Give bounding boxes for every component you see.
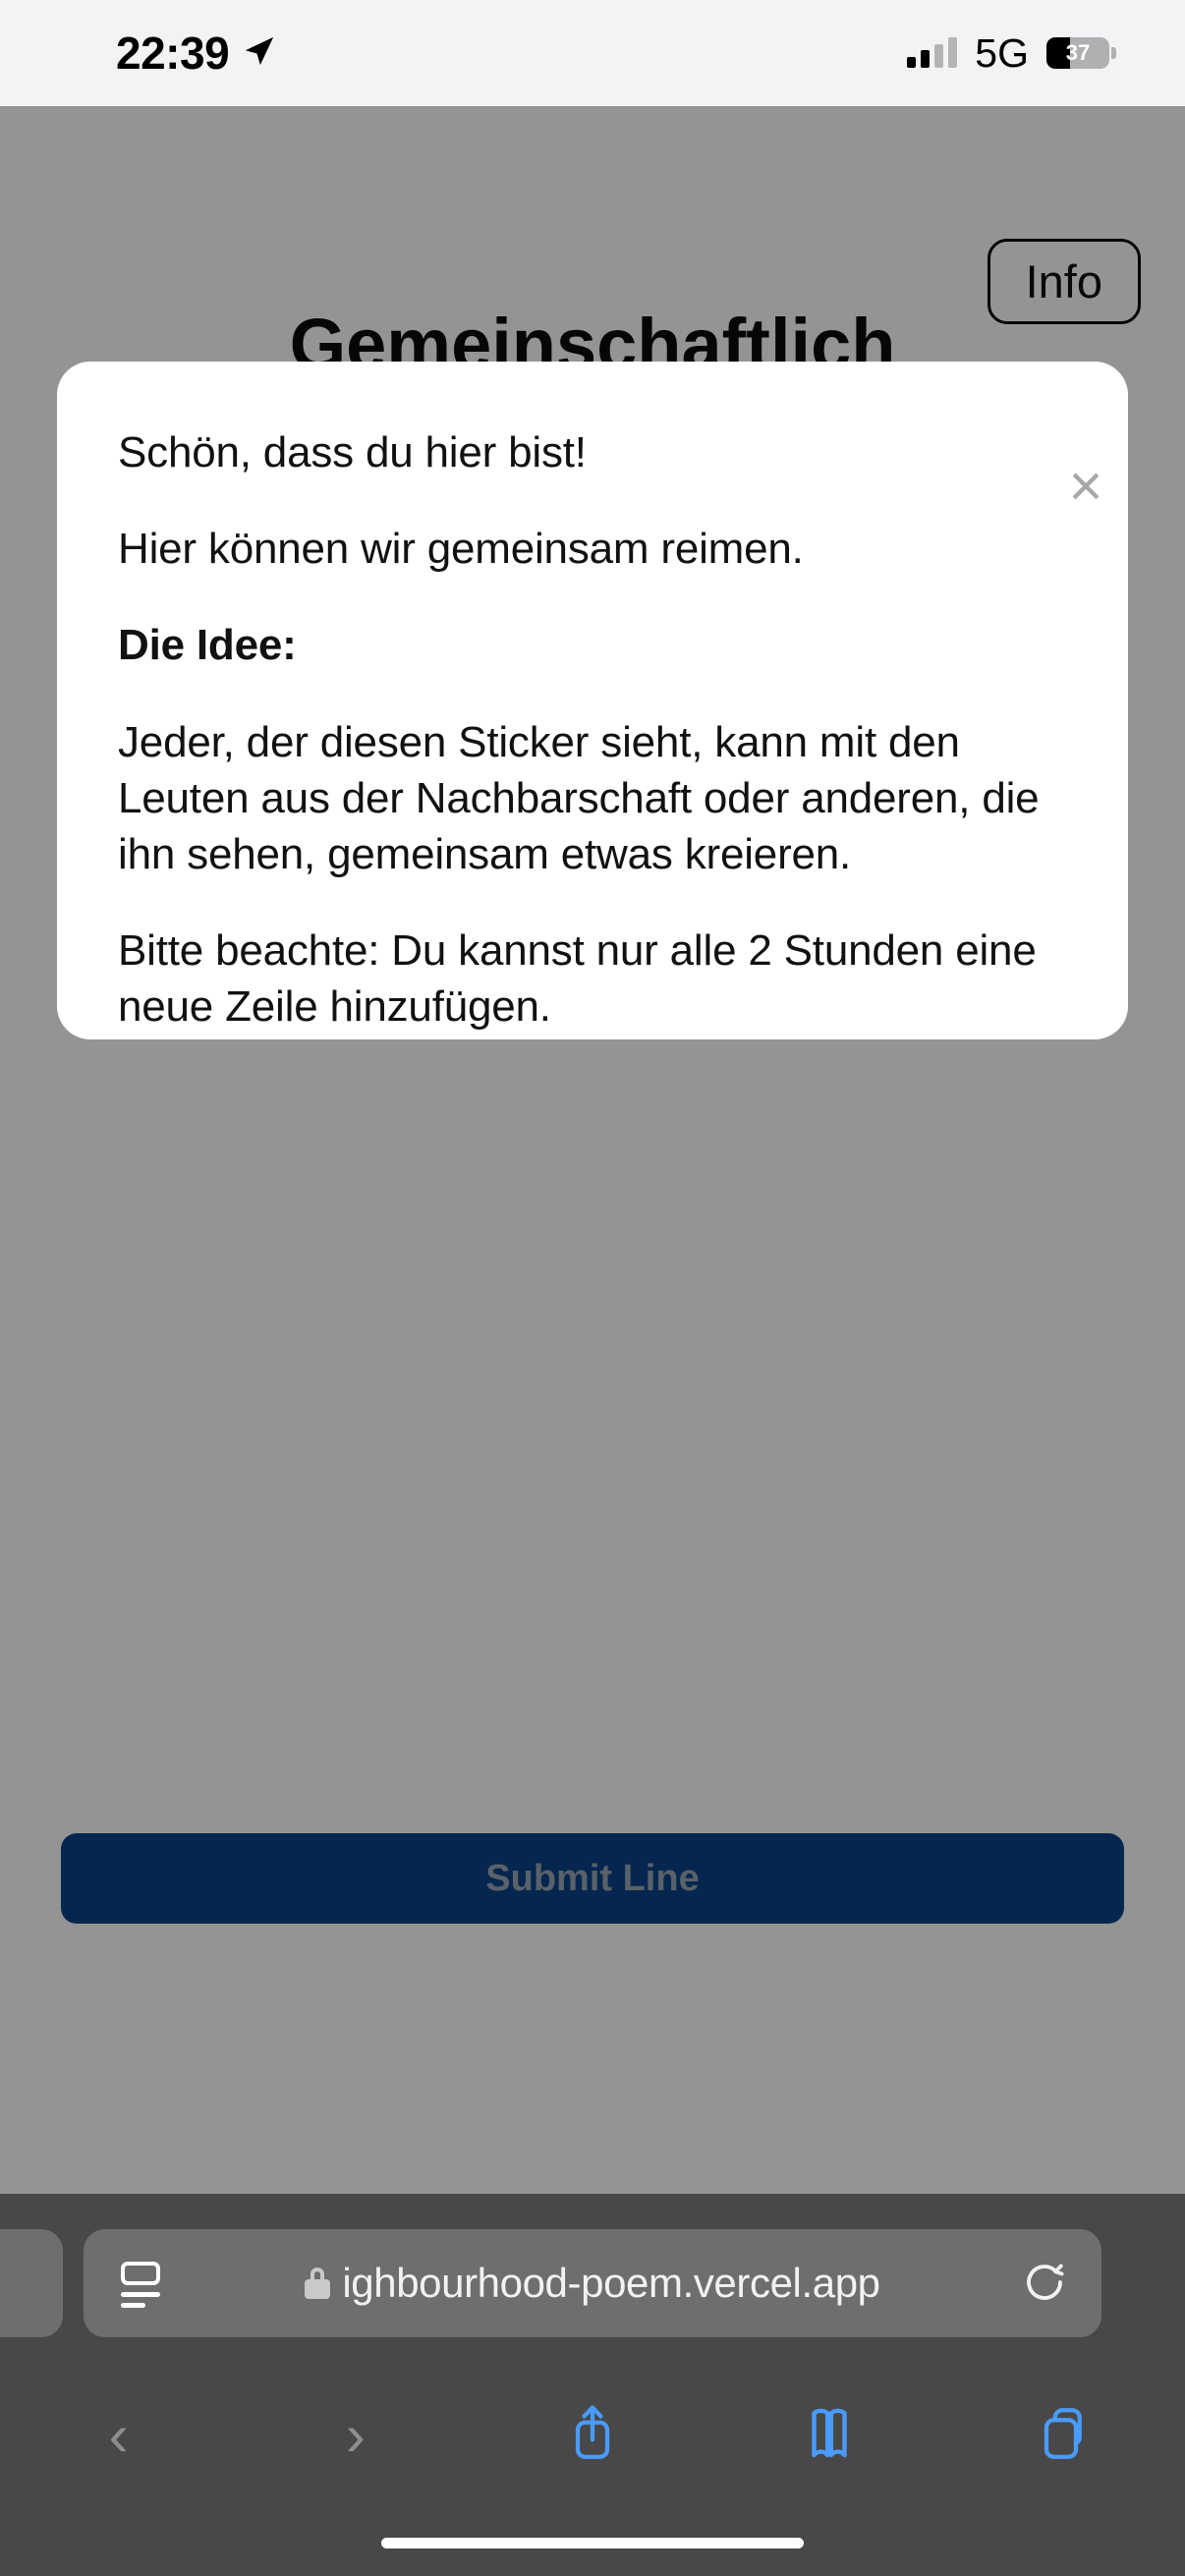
modal-subheading: Die Idee: [118,621,297,670]
network-type-label: 5G [975,29,1029,76]
status-bar-left: 22:39 [116,27,276,80]
chevron-left-icon: ‹ [108,2402,129,2468]
safari-browser-chrome: ighbourhood-poem.vercel.app ‹ › [0,2194,1185,2576]
url-display[interactable]: ighbourhood-poem.vercel.app [164,2260,1021,2307]
url-text: ighbourhood-poem.vercel.app [342,2260,880,2306]
reload-icon[interactable] [1021,2260,1068,2307]
status-bar: 22:39 5G 37 [0,0,1185,106]
close-icon[interactable]: × [1059,457,1112,516]
clock: 22:39 [116,28,230,79]
share-button[interactable] [474,2367,710,2504]
tabs-button[interactable] [948,2367,1185,2504]
chevron-right-icon: › [345,2402,366,2468]
location-arrow-icon [243,34,276,73]
info-modal: Schön, dass du hier bist! Hier können wi… [57,362,1128,1039]
back-button[interactable]: ‹ [0,2367,237,2504]
home-indicator [381,2538,804,2548]
modal-paragraph: Hier können wir gemeinsam reimen. [118,525,804,574]
address-bar[interactable]: ighbourhood-poem.vercel.app [84,2229,1101,2337]
url-row: ighbourhood-poem.vercel.app [0,2229,1185,2337]
adjacent-tab-edge[interactable] [0,2229,63,2337]
lock-icon [305,2268,331,2299]
modal-paragraph: Schön, dass du hier bist! [118,428,587,476]
modal-paragraph: Jeder, der diesen Sticker sieht, kann mi… [118,717,1040,878]
tabs-icon [1037,2403,1096,2469]
battery-percent-label: 37 [1065,40,1091,65]
share-icon [563,2401,622,2471]
status-bar-right: 5G 37 [907,30,1116,77]
battery-icon: 37 [1046,37,1116,69]
book-icon [799,2404,860,2468]
forward-button[interactable]: › [237,2367,474,2504]
browser-toolbar: ‹ › [0,2367,1185,2504]
modal-paragraph: Bitte beachte: Du kannst nur alle 2 Stun… [118,926,1037,1032]
reader-view-icon[interactable] [117,2260,164,2308]
cellular-signal-icon [907,37,958,68]
bookmarks-button[interactable] [711,2367,948,2504]
